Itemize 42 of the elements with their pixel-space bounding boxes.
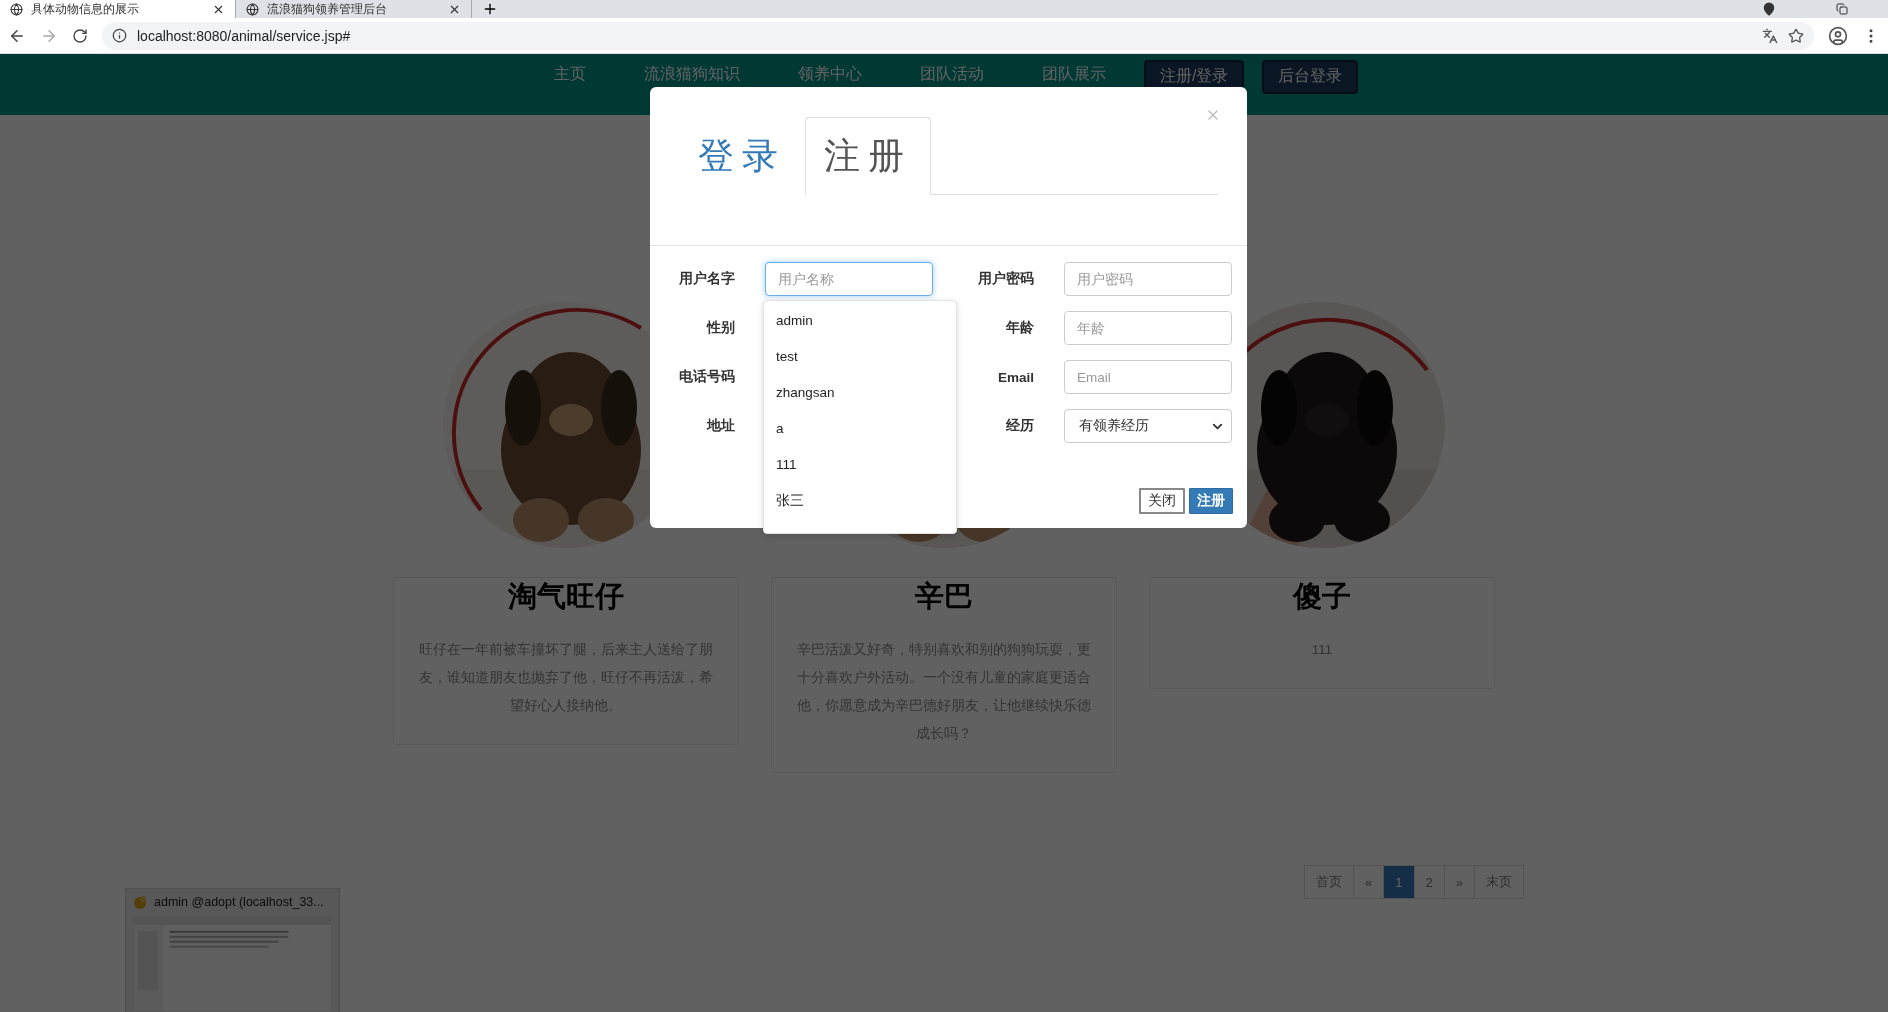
pin-icon[interactable] (1762, 2, 1776, 16)
suggestion-item[interactable]: 张三 (764, 492, 956, 528)
dialog-button[interactable]: 关闭 (1139, 487, 1185, 514)
plus-icon[interactable] (482, 1, 498, 17)
taskbar-preview[interactable]: admin @adopt (localhost_33... (125, 888, 340, 1012)
preview-title: admin @adopt (localhost_33... (154, 895, 324, 909)
info-icon[interactable] (112, 28, 127, 43)
field-label: 地址 (705, 417, 735, 435)
input-field[interactable]: Email (1064, 360, 1232, 394)
reload-icon[interactable] (72, 27, 88, 44)
field-label: 年龄 (1005, 319, 1034, 337)
star-icon[interactable] (1788, 27, 1804, 44)
suggestion-item[interactable]: test (764, 348, 956, 384)
field-label: 性别 (705, 319, 735, 337)
dialog-button[interactable]: 注册 (1189, 487, 1233, 514)
suggestion-item[interactable]: admin (764, 312, 956, 348)
field-label: Email (996, 369, 1034, 385)
translate-icon[interactable] (1762, 27, 1778, 44)
pet-name: 傻子 (1293, 579, 1351, 614)
globe-icon (246, 2, 259, 16)
suggestion-item[interactable]: a (764, 420, 956, 456)
field-label: 经历 (1005, 417, 1034, 435)
page-link[interactable]: » (1444, 865, 1475, 899)
dialog-tab[interactable]: 注册 (805, 117, 931, 195)
suggestion-item[interactable]: 111 (764, 456, 956, 492)
field-label: 用户名字 (679, 270, 735, 288)
field-label: 电话号码 (679, 368, 735, 386)
input-field[interactable]: 年龄 (1064, 311, 1232, 345)
pet-name: 淘气旺仔 (508, 579, 624, 614)
app-icon (133, 895, 147, 909)
suggestion-item[interactable]: zhangsan (764, 384, 956, 420)
globe-icon (10, 2, 23, 16)
page-link[interactable]: « (1354, 865, 1385, 899)
input-field[interactable]: 用户名称 (765, 262, 933, 296)
pet-name: 辛巴 (915, 579, 973, 614)
field-label: 用户密码 (977, 270, 1034, 288)
input-field[interactable]: 用户密码 (1064, 262, 1232, 296)
nav-button[interactable]: 后台登录 (1262, 60, 1359, 94)
user-icon[interactable] (1828, 25, 1848, 46)
browser-tab[interactable]: 具体动物信息的展示 (0, 0, 236, 18)
select-field[interactable]: 有领养经历 (1064, 409, 1232, 443)
restore-icon[interactable] (1836, 3, 1848, 15)
